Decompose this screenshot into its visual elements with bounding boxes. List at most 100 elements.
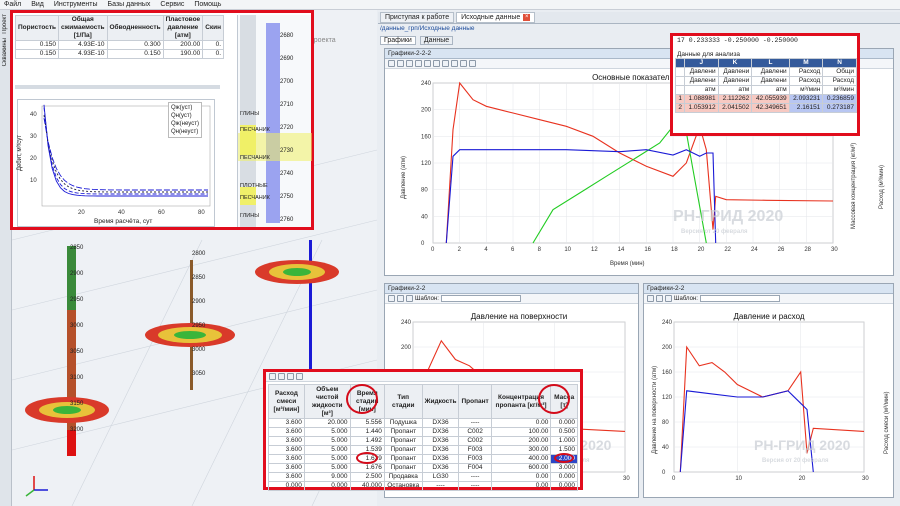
zoom-icon[interactable] — [647, 295, 654, 302]
unit-cell[interactable]: м³/мин — [822, 85, 857, 95]
cell[interactable]: 5.000 — [303, 427, 351, 437]
unit-cell[interactable]: атм — [717, 85, 753, 95]
table-row[interactable]: 2 1.053912 2.041502 42.349651 2.16151 0.… — [674, 103, 857, 113]
cell[interactable]: DX36 — [421, 418, 460, 428]
cell[interactable]: DX36 — [421, 445, 460, 455]
cell[interactable]: Подушка — [383, 418, 423, 428]
cell[interactable]: 1.088981 — [684, 94, 719, 104]
menu-help[interactable]: Помощь — [194, 0, 221, 9]
table-row[interactable]: 3.600 20.000 5.556 Подушка DX36 ---- 0.00 0.000 — [268, 418, 578, 428]
cell[interactable]: 0.000 — [303, 481, 351, 491]
cell[interactable]: 400.00 — [490, 454, 552, 464]
cell[interactable]: ---- — [458, 418, 492, 428]
checkbox-label[interactable]: Давлени — [684, 67, 719, 77]
cell[interactable]: ---- — [458, 481, 492, 491]
copy-icon[interactable] — [287, 373, 294, 380]
cell[interactable]: 5.000 — [303, 463, 351, 473]
cell[interactable]: DX36 — [421, 427, 460, 437]
legend-icon[interactable] — [460, 60, 467, 67]
cell[interactable]: Пропант — [383, 445, 423, 455]
close-icon[interactable]: × — [523, 14, 531, 21]
cell[interactable]: 0.00 — [490, 418, 552, 428]
table-row[interactable]: 3.600 9.000 2.500 Продавка LG30 ---- 0.00 0.000 — [268, 472, 578, 482]
zoom-icon[interactable] — [388, 60, 395, 67]
cell[interactable]: 3.000 — [550, 463, 578, 473]
cell[interactable]: 0. — [202, 49, 225, 59]
cell[interactable]: 3.600 — [268, 445, 305, 455]
print-icon[interactable] — [433, 60, 440, 67]
table-row[interactable]: 0.000 0.000 40.000 Остановка ---- ---- 0.00 0.0… — [268, 481, 578, 491]
checkbox-label[interactable]: Давлени — [717, 67, 753, 77]
template-select[interactable] — [699, 295, 780, 302]
cell[interactable]: Пропант — [383, 463, 423, 473]
cell[interactable]: 4.93E-10 — [58, 40, 108, 50]
table-row[interactable]: 3.600 5.000 1.676 Пропант DX36 F004 600.00 3.00… — [268, 463, 578, 473]
subtab-charts[interactable]: Графики — [380, 36, 416, 45]
cell[interactable]: 0.150 — [14, 49, 60, 59]
cell[interactable]: 2.041502 — [717, 103, 753, 113]
cell[interactable]: 1.440 — [349, 427, 385, 437]
cell[interactable]: Пропант — [383, 427, 423, 437]
select-cell[interactable]: Давлени — [684, 76, 719, 86]
pan-icon[interactable] — [397, 295, 404, 302]
cell[interactable]: 190.00 — [162, 49, 204, 59]
cell[interactable]: 0.300 — [106, 40, 164, 50]
cell[interactable]: 3.600 — [268, 463, 305, 473]
cell[interactable]: 0.500 — [550, 427, 578, 437]
grid-icon[interactable] — [451, 60, 458, 67]
cell[interactable]: 0.273187 — [822, 103, 857, 113]
cell[interactable]: 200.00 — [490, 436, 552, 446]
cell[interactable]: 0.00 — [490, 481, 552, 491]
cell[interactable]: DX36 — [421, 436, 460, 446]
select-cell[interactable]: Давлени — [717, 76, 753, 86]
cell[interactable]: 1.492 — [349, 436, 385, 446]
table-row[interactable]: 3.600 5.000 1.492 Пропант DX36 C002 200.00 1.00… — [268, 436, 578, 446]
cell[interactable]: 0.000 — [550, 472, 578, 482]
menu-view[interactable]: Вид — [31, 0, 44, 9]
menu-file[interactable]: Файл — [4, 0, 21, 9]
cell[interactable]: Продавка — [383, 472, 423, 482]
subtab-data[interactable]: Данные — [419, 36, 454, 45]
cell[interactable]: 5.000 — [303, 445, 351, 455]
export-icon[interactable] — [424, 60, 431, 67]
cell[interactable]: 5.000 — [303, 454, 351, 464]
cell[interactable]: F003 — [458, 454, 492, 464]
table-row[interactable]: 1 1.088981 2.112262 42.055939 2.093231 0… — [674, 94, 857, 104]
cell[interactable]: Пропант — [383, 454, 423, 464]
template-select[interactable] — [440, 295, 521, 302]
cell[interactable]: 3.600 — [268, 436, 305, 446]
cell[interactable]: 4.93E-10 — [58, 49, 108, 59]
settings-icon[interactable] — [442, 60, 449, 67]
cell[interactable]: 1.000 — [550, 436, 578, 446]
side-tab-wells[interactable]: Скважины — [2, 38, 8, 66]
menu-databases[interactable]: Базы данных — [108, 0, 151, 9]
cell[interactable]: 2.093231 — [788, 94, 824, 104]
cell[interactable]: 40.000 — [349, 481, 385, 491]
side-tab-project[interactable]: Проект — [2, 14, 8, 34]
cell[interactable]: DX36 — [421, 454, 460, 464]
cell[interactable]: 2.500 — [349, 472, 385, 482]
cell[interactable]: F003 — [458, 445, 492, 455]
select-icon[interactable] — [406, 60, 413, 67]
cell[interactable]: Пропант — [383, 436, 423, 446]
tab-getting-started[interactable]: Приступая к работе — [380, 12, 455, 23]
cell[interactable]: 0. — [202, 40, 225, 50]
cell[interactable]: 0.150 — [14, 40, 60, 50]
unit-cell[interactable]: м³/мин — [788, 85, 824, 95]
cell[interactable]: 600.00 — [490, 463, 552, 473]
cell[interactable]: 3.600 — [268, 472, 305, 482]
settings-icon[interactable] — [665, 295, 672, 302]
cell[interactable]: 3.600 — [268, 427, 305, 437]
cell[interactable]: DX36 — [421, 463, 460, 473]
cell[interactable]: C002 — [458, 427, 492, 437]
cell[interactable]: 2.16151 — [788, 103, 824, 113]
cell[interactable]: 0.236859 — [822, 94, 857, 104]
settings-icon[interactable] — [406, 295, 413, 302]
add-series-icon[interactable] — [415, 60, 422, 67]
cell[interactable]: ---- — [421, 481, 460, 491]
zoom-icon[interactable] — [388, 295, 395, 302]
cell[interactable]: 20.000 — [303, 418, 351, 428]
cell[interactable]: 1.676 — [349, 463, 385, 473]
menu-tools[interactable]: Инструменты — [54, 0, 98, 9]
table-row[interactable]: 3.600 5.000 1.639 Пропант DX36 F003 400.00 2.00… — [268, 454, 578, 464]
